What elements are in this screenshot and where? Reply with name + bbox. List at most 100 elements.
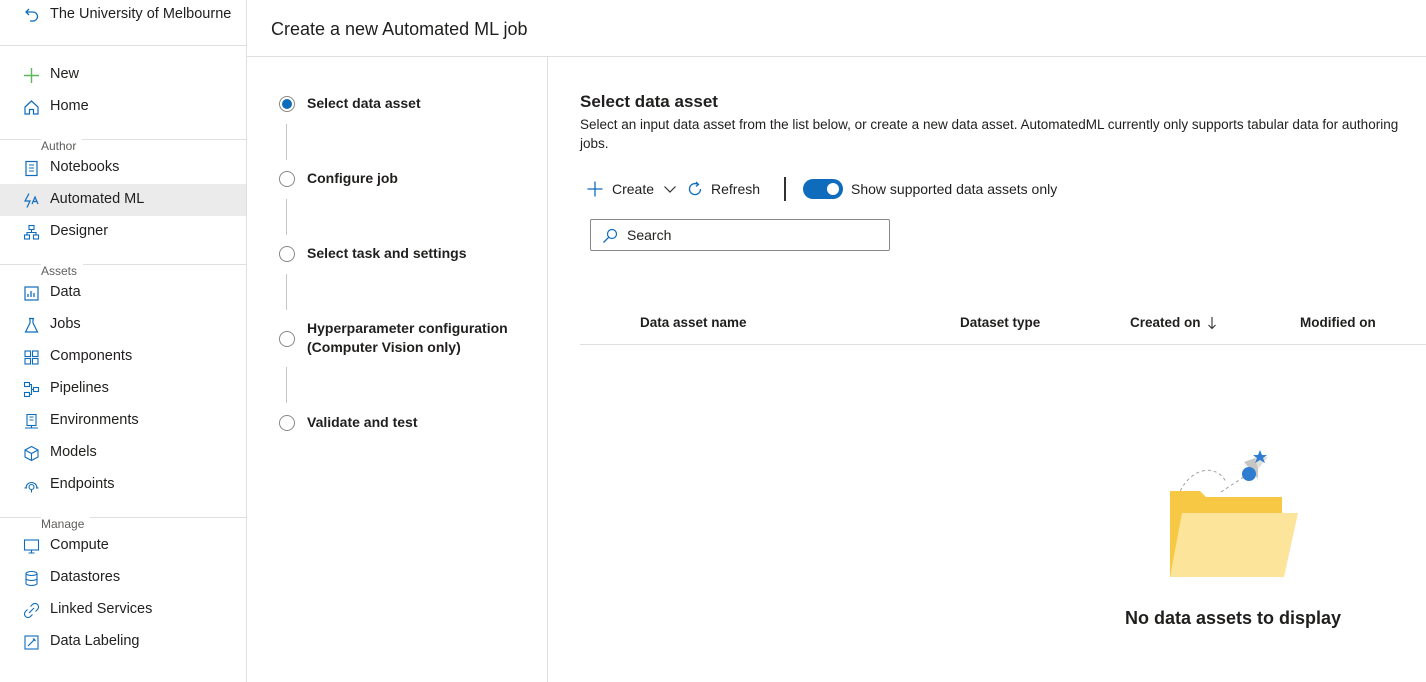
column-header-data-asset-name[interactable]: Data asset name [640,315,747,330]
search-input[interactable] [627,225,877,245]
pipelines-icon [23,381,40,398]
column-header-created-on[interactable]: Created on [1130,315,1217,330]
nav-label-designer: Designer [50,223,109,239]
empty-folder-illustration [1170,450,1298,577]
wizard-steps: Select data asset Configure job Select t… [247,57,548,682]
nav-item-data-labeling[interactable]: Data Labeling [0,626,246,658]
refresh-label: Refresh [711,181,761,197]
step-indicator[interactable] [279,171,295,187]
step-connector [286,199,287,235]
home-icon [24,100,39,115]
environments-icon [25,413,38,429]
nav-label-automated-ml: Automated ML [50,191,145,207]
chevron-down-icon[interactable] [663,184,677,194]
nav-label-environments: Environments [50,412,139,428]
monitor-icon [23,539,40,554]
section-label-manage: Manage [41,517,91,531]
refresh-icon [688,181,702,196]
step-connector [286,124,287,160]
empty-state-message: No data assets to display [1124,608,1342,628]
nav-item-pipelines[interactable]: Pipelines [0,373,246,405]
workspace-name: The University of Melbourne [50,6,232,22]
nav-label-endpoints: Endpoints [50,476,115,492]
refresh-button[interactable]: Refresh [686,175,760,203]
section-description: Select an input data asset from the list… [580,117,1399,151]
nav-label-linked-services: Linked Services [50,601,153,617]
column-header-modified-on[interactable]: Modified on [1300,315,1376,330]
step-indicator-current[interactable] [279,96,295,112]
table-header-row: Data asset name Dataset type Created on … [580,307,1426,345]
nav-label-home: Home [50,98,89,114]
supported-assets-toggle[interactable] [803,179,843,199]
command-bar: Create Refresh Show supported data asset… [580,175,1120,203]
step-indicator[interactable] [279,331,295,347]
flask-icon [24,317,39,333]
workspace-switcher[interactable]: The University of Melbourne [0,0,246,46]
section-title: Select data asset [580,92,718,111]
nav-label-compute: Compute [50,537,109,553]
data-icon [24,286,39,301]
section-label-author: Author [41,139,83,153]
step-select-task-and-settings[interactable]: Select task and settings [307,244,537,263]
column-label: Dataset type [960,315,1041,330]
sort-descending-icon [1207,316,1216,329]
step-connector [286,274,287,310]
nav-item-designer[interactable]: Designer [0,216,246,248]
plus-icon [24,68,39,83]
search-icon [603,228,618,243]
nav-item-new[interactable]: New [0,59,246,91]
plus-icon [587,181,603,197]
designer-icon [23,224,40,240]
toolbar-divider [784,177,786,201]
nav-label-jobs: Jobs [50,316,81,332]
nav-item-endpoints[interactable]: Endpoints [0,469,246,501]
step-indicator[interactable] [279,246,295,262]
nav-item-models[interactable]: Models [0,437,246,469]
linked-services-icon [23,602,40,619]
left-nav-sidebar: The University of Melbourne New Home Aut… [0,0,247,682]
nav-label-components: Components [50,348,133,364]
nav-label-models: Models [50,444,97,460]
step-validate-and-test[interactable]: Validate and test [307,413,537,432]
nav-item-notebooks[interactable]: Notebooks [0,152,246,184]
labeling-icon [24,635,39,650]
cube-icon [24,445,39,462]
step-configure-job[interactable]: Configure job [307,169,537,188]
nav-label-new: New [50,66,80,82]
column-label: Modified on [1300,315,1376,330]
section-label-assets: Assets [41,264,84,278]
create-button[interactable]: Create [586,175,677,203]
step-connector [286,367,287,403]
notebook-icon [25,160,38,177]
column-label: Created on [1130,315,1201,330]
nav-item-data[interactable]: Data [0,277,246,309]
step-indicator[interactable] [279,415,295,431]
nav-item-compute[interactable]: Compute [0,530,246,562]
step-hyperparameter-configuration[interactable]: Hyperparameter configuration (Computer V… [307,319,537,357]
nav-item-jobs[interactable]: Jobs [0,309,246,341]
components-icon [24,350,39,365]
nav-label-data-labeling: Data Labeling [50,633,140,649]
automated-ml-icon [24,193,39,208]
page-header: Create a new Automated ML job [247,0,1426,57]
nav-item-components[interactable]: Components [0,341,246,373]
column-label: Data asset name [640,315,747,330]
nav-item-home[interactable]: Home [0,91,246,123]
step-select-data-asset[interactable]: Select data asset [307,94,537,113]
create-label: Create [612,181,655,197]
search-box[interactable] [590,219,890,251]
back-arrow-icon[interactable] [24,7,40,23]
nav-label-datastores: Datastores [50,569,121,585]
database-icon [25,570,38,587]
endpoint-icon [24,482,39,493]
page-title: Create a new Automated ML job [271,19,528,39]
main-content: Select data asset Select an input data a… [548,57,1426,682]
nav-label-notebooks: Notebooks [50,159,120,175]
nav-item-environments[interactable]: Environments [0,405,246,437]
column-header-dataset-type[interactable]: Dataset type [960,315,1040,330]
nav-item-datastores[interactable]: Datastores [0,562,246,594]
nav-item-automated-ml[interactable]: Automated ML [0,184,246,216]
nav-item-linked-services[interactable]: Linked Services [0,594,246,626]
nav-label-data: Data [50,284,81,300]
toggle-label: Show supported data assets only [851,181,1058,197]
